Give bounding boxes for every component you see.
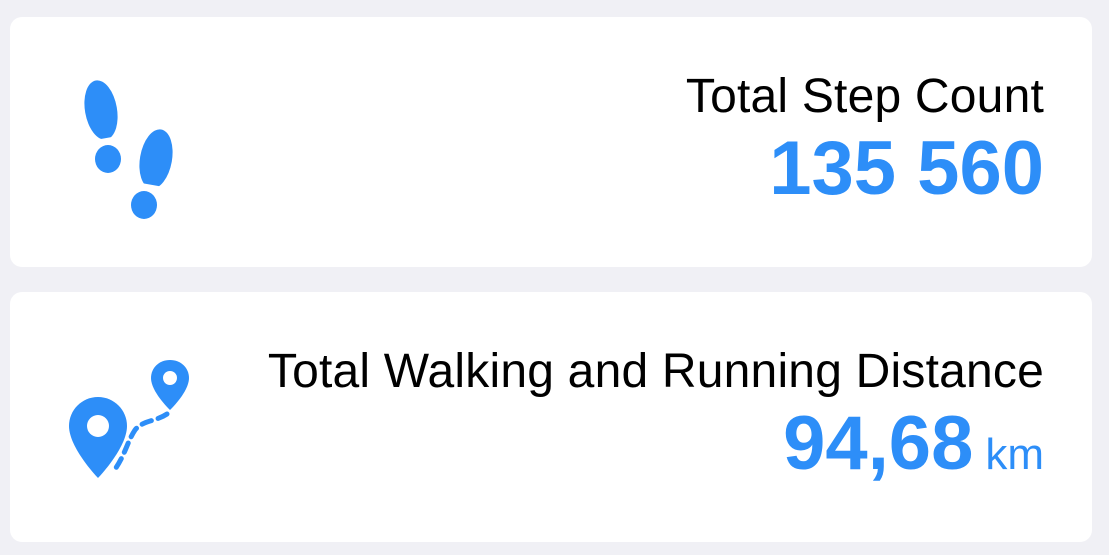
step-count-value: 135 560: [769, 126, 1044, 211]
route-pin-icon: [55, 352, 205, 482]
distance-card[interactable]: Total Walking and Running Distance 94,68…: [10, 292, 1092, 542]
distance-value: 94,68: [783, 401, 974, 486]
distance-value-row: 94,68 km: [268, 402, 1044, 497]
step-count-title: Total Step Count: [685, 70, 1044, 123]
distance-title: Total Walking and Running Distance: [267, 345, 1044, 398]
distance-unit: km: [985, 430, 1044, 479]
step-count-text: Total Step Count 135 560: [686, 69, 1044, 211]
step-count-card[interactable]: Total Step Count 135 560: [10, 17, 1092, 267]
footsteps-icon: [68, 77, 178, 222]
distance-text: Total Walking and Running Distance 94,68…: [268, 344, 1044, 497]
